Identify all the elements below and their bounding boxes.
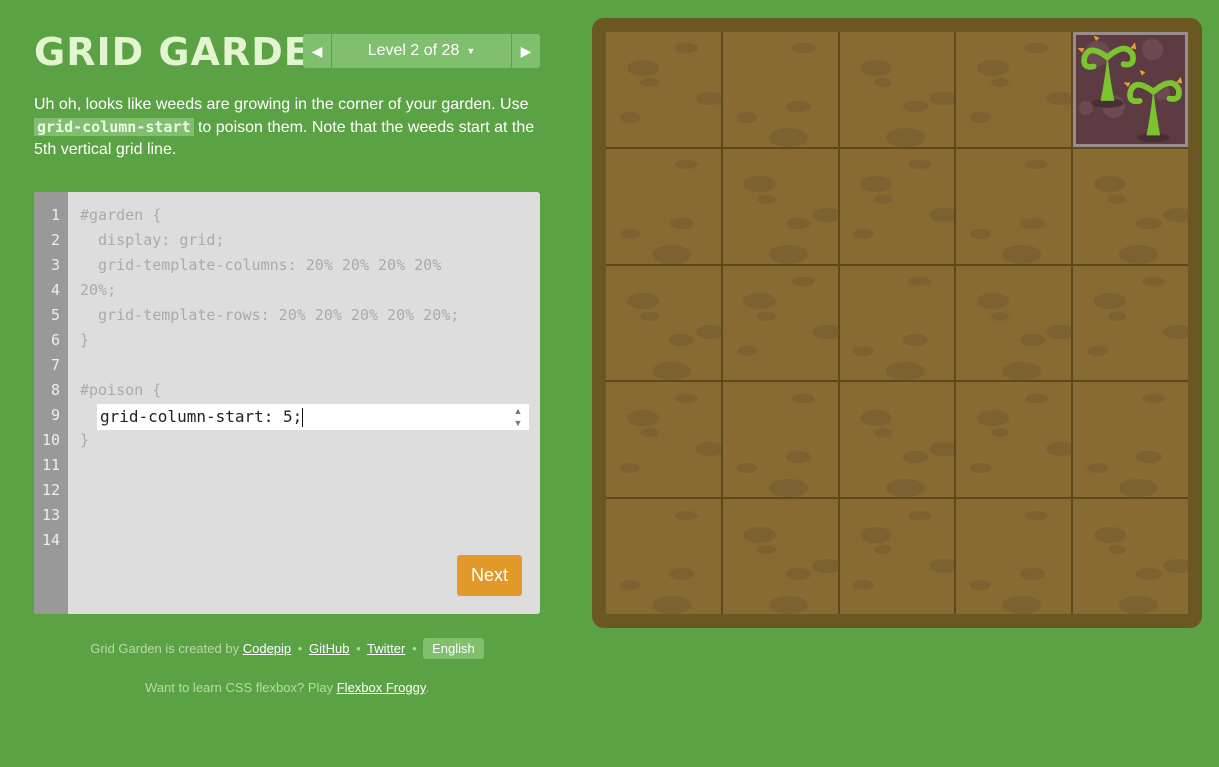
input-spinner[interactable]: ▲ ▼ [511,406,525,428]
level-navigator: ◀ Level 2 of 28 ▼ ▶ [303,34,540,68]
soil-tile [839,148,955,264]
line-number: 6 [50,331,60,349]
code-line: grid-template-columns: 20% 20% 20% 20% [80,256,442,274]
soil-tile [956,32,1072,147]
property-code: grid-column-start [34,118,194,136]
soil-tile [1073,265,1188,381]
line-number: 12 [41,481,60,499]
soil-tile [722,148,838,264]
soil-tile [1073,382,1188,498]
triangle-right-icon: ▶ [520,42,532,59]
separator: • [411,641,417,656]
code-line: 20%; [80,281,117,299]
next-button[interactable]: Next [457,555,522,596]
css-answer-input[interactable]: grid-column-start: 5; [97,404,529,430]
code-line: } [80,331,90,349]
line-number: 8 [50,381,60,399]
language-button[interactable]: English [423,638,484,659]
line-number: 14 [41,531,60,549]
weed-icon [1077,35,1183,143]
triangle-left-icon: ◀ [311,42,323,59]
soil-tile [722,32,838,147]
code-line: #poison { [80,381,162,399]
level-instructions: Uh oh, looks like weeds are growing in t… [34,94,544,161]
css-answer-value: grid-column-start: 5; [100,407,303,426]
line-number: 9 [50,406,60,424]
spinner-up-icon[interactable]: ▲ [514,406,523,416]
twitter-link[interactable]: Twitter [367,641,405,656]
separator: • [297,641,303,656]
caret-down-icon: ▼ [466,46,476,56]
soil-tile [606,265,721,381]
next-level-button[interactable]: ▶ [511,34,540,68]
previous-level-button[interactable]: ◀ [303,34,332,68]
garden-grid [606,32,1188,614]
soil-tile [722,382,838,498]
flexbox-prefix: Want to learn CSS flexbox? Play [145,680,334,695]
soil-tile [956,265,1072,381]
level-indicator[interactable]: Level 2 of 28 ▼ [332,34,511,68]
credits-footer: Grid Garden is created by Codepip • GitH… [34,638,540,659]
soil-tile [956,382,1072,498]
codepip-link[interactable]: Codepip [243,641,291,656]
soil-tile [839,382,955,498]
text-cursor [302,408,304,427]
level-label: Level 2 of 28 [367,42,460,59]
code-line: display: grid; [80,231,225,249]
soil-tile [606,499,721,614]
soil-tile [606,148,721,264]
flexbox-promo: Want to learn CSS flexbox? Play Flexbox … [34,680,540,695]
github-link[interactable]: GitHub [309,641,349,656]
soil-tile [1073,499,1188,614]
soil-tile [1073,148,1188,264]
flexbox-suffix: . [425,680,429,695]
line-number: 10 [41,431,60,449]
code-line: } [80,431,90,449]
line-number-gutter: 1 2 3 4 5 6 7 8 9 10 11 12 13 14 [34,192,68,614]
code-line: #garden { [80,206,162,224]
poisoned-weed-tile [1073,32,1188,147]
soil-tile [956,499,1072,614]
separator: • [356,641,361,656]
line-number: 13 [41,506,60,524]
flexbox-froggy-link[interactable]: Flexbox Froggy [337,680,426,695]
soil-tile [722,499,838,614]
soil-tile [839,32,955,147]
line-number: 7 [50,356,60,374]
spinner-down-icon[interactable]: ▼ [514,418,523,428]
soil-tile [839,499,955,614]
credits-prefix: Grid Garden is created by [90,641,240,656]
soil-tile [839,265,955,381]
garden-board [592,18,1202,628]
soil-tile [722,265,838,381]
line-number: 2 [50,231,60,249]
soil-tile [606,382,721,498]
line-number: 1 [50,206,60,224]
soil-tile [956,148,1072,264]
line-number: 3 [50,256,60,274]
game-title: GRID GARDEN [34,30,344,74]
line-number: 5 [50,306,60,324]
css-editor: 1 2 3 4 5 6 7 8 9 10 11 12 13 14 #garden… [34,192,540,614]
code-line: grid-template-rows: 20% 20% 20% 20% 20%; [80,306,460,324]
line-number: 4 [50,281,60,299]
line-number: 11 [41,456,60,474]
instructions-text-before: Uh oh, looks like weeds are growing in t… [34,96,529,113]
soil-tile [606,32,721,147]
